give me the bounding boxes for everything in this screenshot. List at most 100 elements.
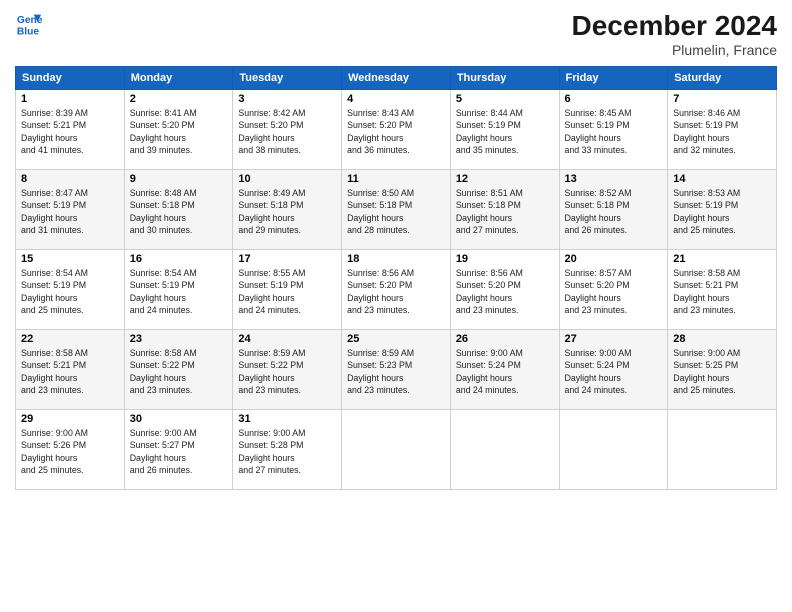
- day-number: 28: [673, 333, 771, 345]
- day-number: 24: [238, 333, 336, 345]
- day-number: 23: [130, 333, 228, 345]
- day-info: Sunrise: 8:59 AM Sunset: 5:22 PM Dayligh…: [238, 347, 336, 396]
- day-info: Sunrise: 8:44 AM Sunset: 5:19 PM Dayligh…: [456, 107, 554, 156]
- day-cell: 21 Sunrise: 8:58 AM Sunset: 5:21 PM Dayl…: [668, 250, 777, 330]
- day-info: Sunrise: 8:56 AM Sunset: 5:20 PM Dayligh…: [456, 267, 554, 316]
- day-number: 20: [565, 253, 663, 265]
- day-number: 21: [673, 253, 771, 265]
- day-info: Sunrise: 8:56 AM Sunset: 5:20 PM Dayligh…: [347, 267, 445, 316]
- day-number: 1: [21, 93, 119, 105]
- day-info: Sunrise: 9:00 AM Sunset: 5:26 PM Dayligh…: [21, 427, 119, 476]
- calendar-container: General Blue December 2024 Plumelin, Fra…: [0, 0, 792, 612]
- day-number: 12: [456, 173, 554, 185]
- day-cell: 15 Sunrise: 8:54 AM Sunset: 5:19 PM Dayl…: [16, 250, 125, 330]
- day-info: Sunrise: 9:00 AM Sunset: 5:24 PM Dayligh…: [456, 347, 554, 396]
- day-number: 11: [347, 173, 445, 185]
- day-number: 16: [130, 253, 228, 265]
- logo-icon: General Blue: [15, 10, 43, 38]
- day-info: Sunrise: 8:58 AM Sunset: 5:22 PM Dayligh…: [130, 347, 228, 396]
- calendar-table: Sunday Monday Tuesday Wednesday Thursday…: [15, 66, 777, 490]
- day-cell: 30 Sunrise: 9:00 AM Sunset: 5:27 PM Dayl…: [124, 410, 233, 490]
- day-info: Sunrise: 8:43 AM Sunset: 5:20 PM Dayligh…: [347, 107, 445, 156]
- col-saturday: Saturday: [668, 67, 777, 90]
- location: Plumelin, France: [572, 42, 777, 58]
- day-info: Sunrise: 8:47 AM Sunset: 5:19 PM Dayligh…: [21, 187, 119, 236]
- day-info: Sunrise: 9:00 AM Sunset: 5:28 PM Dayligh…: [238, 427, 336, 476]
- day-info: Sunrise: 8:54 AM Sunset: 5:19 PM Dayligh…: [21, 267, 119, 316]
- day-cell: 26 Sunrise: 9:00 AM Sunset: 5:24 PM Dayl…: [450, 330, 559, 410]
- day-info: Sunrise: 8:58 AM Sunset: 5:21 PM Dayligh…: [673, 267, 771, 316]
- day-cell: 9 Sunrise: 8:48 AM Sunset: 5:18 PM Dayli…: [124, 170, 233, 250]
- day-cell: 23 Sunrise: 8:58 AM Sunset: 5:22 PM Dayl…: [124, 330, 233, 410]
- title-block: December 2024 Plumelin, France: [572, 10, 777, 58]
- day-info: Sunrise: 8:57 AM Sunset: 5:20 PM Dayligh…: [565, 267, 663, 316]
- day-info: Sunrise: 8:42 AM Sunset: 5:20 PM Dayligh…: [238, 107, 336, 156]
- day-number: 7: [673, 93, 771, 105]
- week-row-3: 15 Sunrise: 8:54 AM Sunset: 5:19 PM Dayl…: [16, 250, 777, 330]
- logo: General Blue: [15, 10, 43, 38]
- day-number: 9: [130, 173, 228, 185]
- day-cell: 1 Sunrise: 8:39 AM Sunset: 5:21 PM Dayli…: [16, 90, 125, 170]
- day-cell: 20 Sunrise: 8:57 AM Sunset: 5:20 PM Dayl…: [559, 250, 668, 330]
- day-info: Sunrise: 9:00 AM Sunset: 5:27 PM Dayligh…: [130, 427, 228, 476]
- day-cell: 28 Sunrise: 9:00 AM Sunset: 5:25 PM Dayl…: [668, 330, 777, 410]
- day-info: Sunrise: 8:49 AM Sunset: 5:18 PM Dayligh…: [238, 187, 336, 236]
- day-cell: 16 Sunrise: 8:54 AM Sunset: 5:19 PM Dayl…: [124, 250, 233, 330]
- day-number: 8: [21, 173, 119, 185]
- day-number: 31: [238, 413, 336, 425]
- day-cell: 5 Sunrise: 8:44 AM Sunset: 5:19 PM Dayli…: [450, 90, 559, 170]
- day-info: Sunrise: 8:45 AM Sunset: 5:19 PM Dayligh…: [565, 107, 663, 156]
- header: General Blue December 2024 Plumelin, Fra…: [15, 10, 777, 58]
- day-cell: 12 Sunrise: 8:51 AM Sunset: 5:18 PM Dayl…: [450, 170, 559, 250]
- day-cell: 13 Sunrise: 8:52 AM Sunset: 5:18 PM Dayl…: [559, 170, 668, 250]
- day-info: Sunrise: 9:00 AM Sunset: 5:25 PM Dayligh…: [673, 347, 771, 396]
- day-number: 3: [238, 93, 336, 105]
- svg-text:Blue: Blue: [17, 26, 40, 37]
- col-wednesday: Wednesday: [342, 67, 451, 90]
- day-number: 10: [238, 173, 336, 185]
- day-cell: [559, 410, 668, 490]
- day-cell: 17 Sunrise: 8:55 AM Sunset: 5:19 PM Dayl…: [233, 250, 342, 330]
- day-number: 14: [673, 173, 771, 185]
- week-row-5: 29 Sunrise: 9:00 AM Sunset: 5:26 PM Dayl…: [16, 410, 777, 490]
- day-number: 2: [130, 93, 228, 105]
- header-row: Sunday Monday Tuesday Wednesday Thursday…: [16, 67, 777, 90]
- col-tuesday: Tuesday: [233, 67, 342, 90]
- day-cell: 22 Sunrise: 8:58 AM Sunset: 5:21 PM Dayl…: [16, 330, 125, 410]
- day-cell: [450, 410, 559, 490]
- day-number: 13: [565, 173, 663, 185]
- day-info: Sunrise: 8:39 AM Sunset: 5:21 PM Dayligh…: [21, 107, 119, 156]
- day-info: Sunrise: 8:58 AM Sunset: 5:21 PM Dayligh…: [21, 347, 119, 396]
- col-friday: Friday: [559, 67, 668, 90]
- day-info: Sunrise: 8:48 AM Sunset: 5:18 PM Dayligh…: [130, 187, 228, 236]
- day-cell: 10 Sunrise: 8:49 AM Sunset: 5:18 PM Dayl…: [233, 170, 342, 250]
- day-cell: 3 Sunrise: 8:42 AM Sunset: 5:20 PM Dayli…: [233, 90, 342, 170]
- day-cell: 2 Sunrise: 8:41 AM Sunset: 5:20 PM Dayli…: [124, 90, 233, 170]
- col-monday: Monday: [124, 67, 233, 90]
- day-cell: 8 Sunrise: 8:47 AM Sunset: 5:19 PM Dayli…: [16, 170, 125, 250]
- day-number: 15: [21, 253, 119, 265]
- day-number: 17: [238, 253, 336, 265]
- day-cell: 4 Sunrise: 8:43 AM Sunset: 5:20 PM Dayli…: [342, 90, 451, 170]
- week-row-4: 22 Sunrise: 8:58 AM Sunset: 5:21 PM Dayl…: [16, 330, 777, 410]
- day-number: 22: [21, 333, 119, 345]
- day-number: 19: [456, 253, 554, 265]
- col-sunday: Sunday: [16, 67, 125, 90]
- day-cell: [342, 410, 451, 490]
- day-number: 26: [456, 333, 554, 345]
- day-info: Sunrise: 8:50 AM Sunset: 5:18 PM Dayligh…: [347, 187, 445, 236]
- day-cell: 6 Sunrise: 8:45 AM Sunset: 5:19 PM Dayli…: [559, 90, 668, 170]
- day-cell: [668, 410, 777, 490]
- day-info: Sunrise: 8:55 AM Sunset: 5:19 PM Dayligh…: [238, 267, 336, 316]
- day-cell: 18 Sunrise: 8:56 AM Sunset: 5:20 PM Dayl…: [342, 250, 451, 330]
- day-number: 4: [347, 93, 445, 105]
- day-cell: 7 Sunrise: 8:46 AM Sunset: 5:19 PM Dayli…: [668, 90, 777, 170]
- day-number: 18: [347, 253, 445, 265]
- day-number: 30: [130, 413, 228, 425]
- day-info: Sunrise: 8:53 AM Sunset: 5:19 PM Dayligh…: [673, 187, 771, 236]
- day-info: Sunrise: 9:00 AM Sunset: 5:24 PM Dayligh…: [565, 347, 663, 396]
- week-row-1: 1 Sunrise: 8:39 AM Sunset: 5:21 PM Dayli…: [16, 90, 777, 170]
- col-thursday: Thursday: [450, 67, 559, 90]
- day-number: 25: [347, 333, 445, 345]
- week-row-2: 8 Sunrise: 8:47 AM Sunset: 5:19 PM Dayli…: [16, 170, 777, 250]
